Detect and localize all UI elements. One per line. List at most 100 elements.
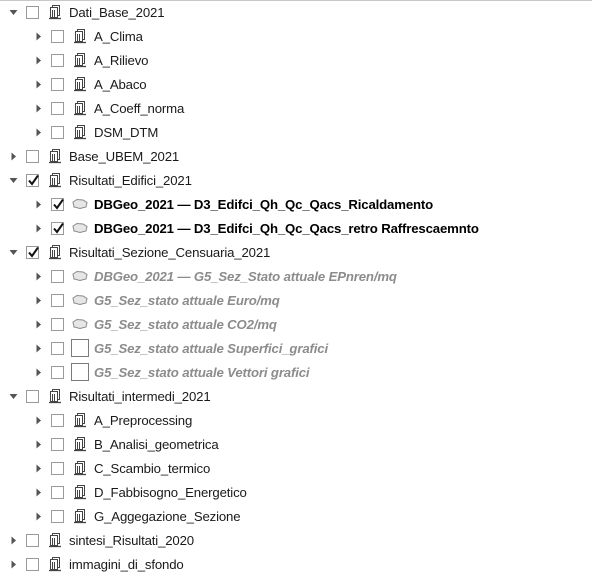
expand-arrow-icon[interactable] [6, 528, 20, 552]
layer-tree-row[interactable]: G5_Sez_stato attuale Euro/mq [0, 288, 592, 312]
visibility-checkbox[interactable] [51, 413, 64, 427]
layer-tree-row[interactable]: sintesi_Risultati_2020 [0, 528, 592, 552]
expand-arrow-icon[interactable] [31, 504, 45, 528]
layer-label[interactable]: Base_UBEM_2021 [69, 149, 179, 164]
visibility-checkbox[interactable] [26, 389, 39, 403]
visibility-checkbox[interactable] [26, 533, 39, 547]
collapse-arrow-icon[interactable] [6, 240, 20, 264]
layer-label[interactable]: sintesi_Risultati_2020 [69, 533, 194, 548]
expand-arrow-icon[interactable] [31, 480, 45, 504]
collapse-arrow-icon[interactable] [6, 384, 20, 408]
layer-label[interactable]: DSM_DTM [94, 125, 158, 140]
expand-arrow-icon[interactable] [31, 120, 45, 144]
layer-label[interactable]: Risultati_intermedi_2021 [69, 389, 211, 404]
visibility-checkbox[interactable] [51, 101, 64, 115]
layer-tree-row[interactable]: DBGeo_2021 — D3_Edifci_Qh_Qc_Qacs_Ricald… [0, 192, 592, 216]
visibility-checkbox[interactable] [51, 293, 64, 307]
layer-tree-row[interactable]: A_Preprocessing [0, 408, 592, 432]
layer-tree-row[interactable]: A_Rilievo [0, 48, 592, 72]
layer-label[interactable]: G5_Sez_stato attuale Vettori grafici [94, 365, 310, 380]
expand-arrow-icon[interactable] [31, 312, 45, 336]
expand-arrow-icon[interactable] [31, 24, 45, 48]
visibility-checkbox[interactable] [26, 557, 39, 571]
expand-arrow-icon[interactable] [31, 408, 45, 432]
layer-tree-row[interactable]: D_Fabbisogno_Energetico [0, 480, 592, 504]
layer-tree-row[interactable]: DBGeo_2021 — D3_Edifci_Qh_Qc_Qacs_retro … [0, 216, 592, 240]
layer-label[interactable]: B_Analisi_geometrica [94, 437, 219, 452]
expand-arrow-icon[interactable] [31, 264, 45, 288]
layer-label[interactable]: DBGeo_2021 — D3_Edifci_Qh_Qc_Qacs_Ricald… [94, 197, 433, 212]
visibility-checkbox[interactable] [26, 149, 39, 163]
expand-arrow-icon[interactable] [6, 144, 20, 168]
group-icon [46, 148, 64, 164]
visibility-checkbox[interactable] [51, 125, 64, 139]
layer-tree-row[interactable]: Risultati_Sezione_Censuaria_2021 [0, 240, 592, 264]
layer-tree-row[interactable]: A_Coeff_norma [0, 96, 592, 120]
visibility-checkbox[interactable] [51, 461, 64, 475]
layer-label[interactable]: G5_Sez_stato attuale Euro/mq [94, 293, 280, 308]
layer-tree-row[interactable]: G5_Sez_stato attuale Vettori grafici [0, 360, 592, 384]
layer-label[interactable]: G5_Sez_stato attuale CO2/mq [94, 317, 277, 332]
layer-tree[interactable]: Dati_Base_2021 A_Clima A_Rilievo A_Abaco A_C… [0, 0, 592, 588]
layer-tree-row[interactable]: DSM_DTM [0, 120, 592, 144]
expand-arrow-icon[interactable] [31, 336, 45, 360]
visibility-checkbox[interactable] [51, 437, 64, 451]
expand-arrow-icon[interactable] [31, 72, 45, 96]
expand-arrow-icon[interactable] [6, 552, 20, 576]
layer-tree-row[interactable]: G_Aggegazione_Sezione [0, 504, 592, 528]
visibility-checkbox[interactable] [51, 485, 64, 499]
layer-tree-row[interactable]: Risultati_intermedi_2021 [0, 384, 592, 408]
layer-tree-row[interactable]: G5_Sez_stato attuale CO2/mq [0, 312, 592, 336]
layer-label[interactable]: G5_Sez_stato attuale Superfici_grafici [94, 341, 328, 356]
expand-arrow-icon[interactable] [31, 48, 45, 72]
visibility-checkbox[interactable] [51, 77, 64, 91]
layer-tree-row[interactable]: DBGeo_2021 — G5_Sez_Stato attuale EPnren… [0, 264, 592, 288]
expand-arrow-icon[interactable] [31, 216, 45, 240]
layer-tree-row[interactable]: A_Clima [0, 24, 592, 48]
layer-label[interactable]: A_Abaco [94, 77, 147, 92]
expand-arrow-icon[interactable] [31, 192, 45, 216]
visibility-checkbox[interactable] [51, 29, 64, 43]
visibility-checkbox[interactable] [51, 341, 64, 355]
visibility-checkbox[interactable] [51, 53, 64, 67]
layer-label[interactable]: G_Aggegazione_Sezione [94, 509, 241, 524]
visibility-checkbox[interactable] [51, 197, 64, 211]
layer-tree-row[interactable]: Risultati_Edifici_2021 [0, 168, 592, 192]
visibility-checkbox[interactable] [26, 245, 39, 259]
expand-arrow-icon[interactable] [31, 96, 45, 120]
layer-tree-row[interactable]: Dati_Base_2021 [0, 0, 592, 24]
layer-label[interactable]: Risultati_Sezione_Censuaria_2021 [69, 245, 270, 260]
visibility-checkbox[interactable] [26, 173, 39, 187]
layer-tree-row[interactable]: A_Abaco [0, 72, 592, 96]
visibility-checkbox[interactable] [51, 269, 64, 283]
layer-label[interactable]: A_Preprocessing [94, 413, 192, 428]
layer-label[interactable]: A_Rilievo [94, 53, 149, 68]
expand-arrow-icon[interactable] [31, 360, 45, 384]
layer-tree-row[interactable]: B_Analisi_geometrica [0, 432, 592, 456]
group-icon [46, 4, 64, 20]
visibility-checkbox[interactable] [51, 509, 64, 523]
expand-arrow-icon[interactable] [31, 288, 45, 312]
expand-arrow-icon[interactable] [31, 456, 45, 480]
layer-label[interactable]: Risultati_Edifici_2021 [69, 173, 192, 188]
visibility-checkbox[interactable] [26, 5, 39, 19]
collapse-arrow-icon[interactable] [6, 0, 20, 24]
visibility-checkbox[interactable] [51, 317, 64, 331]
layer-label[interactable]: DBGeo_2021 — G5_Sez_Stato attuale EPnren… [94, 269, 397, 284]
layer-label[interactable]: DBGeo_2021 — D3_Edifci_Qh_Qc_Qacs_retro … [94, 221, 479, 236]
collapse-arrow-icon[interactable] [6, 168, 20, 192]
group-icon [71, 460, 89, 476]
layer-label[interactable]: A_Clima [94, 29, 143, 44]
layer-label[interactable]: Dati_Base_2021 [69, 5, 165, 20]
visibility-checkbox[interactable] [51, 221, 64, 235]
layer-tree-row[interactable]: Base_UBEM_2021 [0, 144, 592, 168]
layer-tree-row[interactable]: C_Scambio_termico [0, 456, 592, 480]
layer-label[interactable]: D_Fabbisogno_Energetico [94, 485, 247, 500]
layer-label[interactable]: A_Coeff_norma [94, 101, 184, 116]
visibility-checkbox[interactable] [51, 365, 64, 379]
expand-arrow-icon[interactable] [31, 432, 45, 456]
layer-label[interactable]: immagini_di_sfondo [69, 557, 184, 572]
layer-tree-row[interactable]: immagini_di_sfondo [0, 552, 592, 576]
layer-tree-row[interactable]: G5_Sez_stato attuale Superfici_grafici [0, 336, 592, 360]
layer-label[interactable]: C_Scambio_termico [94, 461, 210, 476]
